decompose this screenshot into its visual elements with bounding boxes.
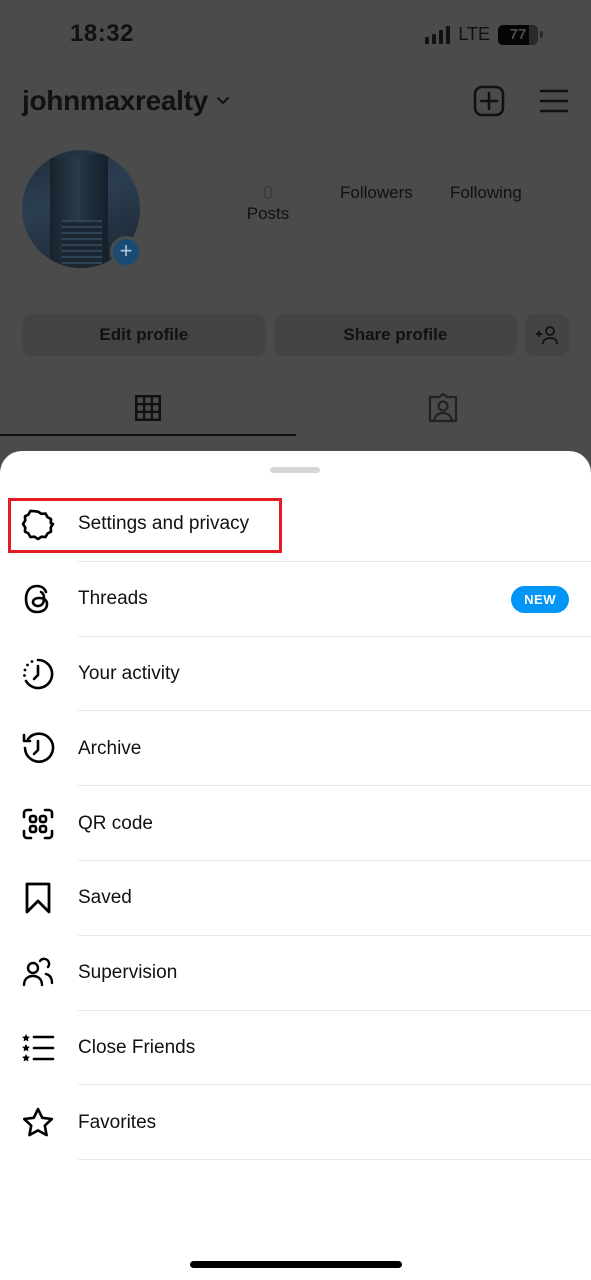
status-time: 18:32: [70, 20, 134, 47]
menu-item-label: Saved: [78, 887, 132, 909]
menu-item-label: Close Friends: [78, 1036, 196, 1058]
battery-cap: [540, 31, 543, 38]
menu-item-favorites[interactable]: Favorites: [0, 1085, 591, 1161]
menu-item-saved[interactable]: Saved: [0, 861, 591, 936]
menu-item-archive[interactable]: Archive: [0, 711, 591, 787]
menu-list: Settings and privacy Threads NEW Your ac…: [0, 487, 591, 1161]
share-profile-button[interactable]: Share profile: [273, 314, 518, 356]
threads-icon: [20, 581, 56, 617]
signal-icon: [425, 25, 451, 44]
tab-grid[interactable]: [0, 380, 296, 436]
menu-item-your-activity[interactable]: Your activity: [0, 637, 591, 712]
activity-icon: [20, 656, 56, 692]
home-indicator[interactable]: [190, 1261, 402, 1268]
menu-item-threads[interactable]: Threads NEW: [0, 562, 591, 637]
battery-level: 77: [509, 26, 527, 43]
menu-item-label: Favorites: [78, 1111, 157, 1133]
menu-bottom-sheet: Settings and privacy Threads NEW Your ac…: [0, 451, 591, 1280]
menu-item-close-friends[interactable]: Close Friends: [0, 1011, 591, 1086]
chevron-down-icon[interactable]: [216, 94, 230, 108]
menu-item-label: Threads: [78, 588, 148, 610]
profile-tabs: [0, 380, 591, 436]
username-switcher[interactable]: johnmaxrealty: [22, 85, 208, 117]
menu-item-label: Settings and privacy: [78, 513, 250, 535]
menu-item-label: Archive: [78, 737, 142, 759]
grid-icon: [134, 395, 161, 421]
close-friends-icon: [20, 1030, 56, 1066]
tagged-person-icon: [429, 392, 458, 423]
menu-item-settings-and-privacy[interactable]: Settings and privacy: [0, 487, 591, 562]
divider: [78, 1159, 591, 1161]
tab-tagged[interactable]: [296, 380, 591, 436]
archive-icon: [20, 731, 56, 767]
sheet-drag-handle[interactable]: [270, 467, 320, 473]
edit-profile-button[interactable]: Edit profile: [22, 314, 266, 356]
add-story-icon[interactable]: +: [110, 236, 142, 268]
profile-summary: + 0 Posts Followers Following: [22, 150, 569, 280]
menu-icon[interactable]: [539, 88, 569, 114]
star-icon: [20, 1105, 56, 1141]
status-bar: 18:32 LTE 77: [0, 0, 591, 70]
posts-stat[interactable]: 0 Posts: [244, 183, 292, 224]
posts-count: 0: [262, 183, 273, 203]
menu-item-supervision[interactable]: Supervision: [0, 936, 591, 1011]
qr-code-icon: [20, 806, 56, 842]
menu-item-label: Supervision: [78, 962, 178, 984]
profile-header: johnmaxrealty: [22, 80, 569, 122]
followers-stat[interactable]: Followers: [340, 183, 413, 203]
posts-label: Posts: [246, 204, 290, 223]
add-person-icon: [536, 326, 558, 345]
network-type: LTE: [458, 24, 490, 44]
menu-item-qr-code[interactable]: QR code: [0, 786, 591, 861]
create-post-icon[interactable]: [473, 85, 505, 117]
profile-actions: Edit profile Share profile: [22, 314, 570, 356]
settings-icon: [20, 506, 56, 542]
menu-item-label: Your activity: [78, 662, 180, 684]
battery-icon: 77: [498, 24, 538, 45]
bookmark-icon: [20, 880, 56, 916]
new-badge: NEW: [511, 585, 569, 613]
menu-item-label: QR code: [78, 812, 153, 834]
discover-people-button[interactable]: [525, 314, 570, 356]
supervision-icon: [20, 955, 56, 991]
following-stat[interactable]: Following: [450, 183, 522, 203]
